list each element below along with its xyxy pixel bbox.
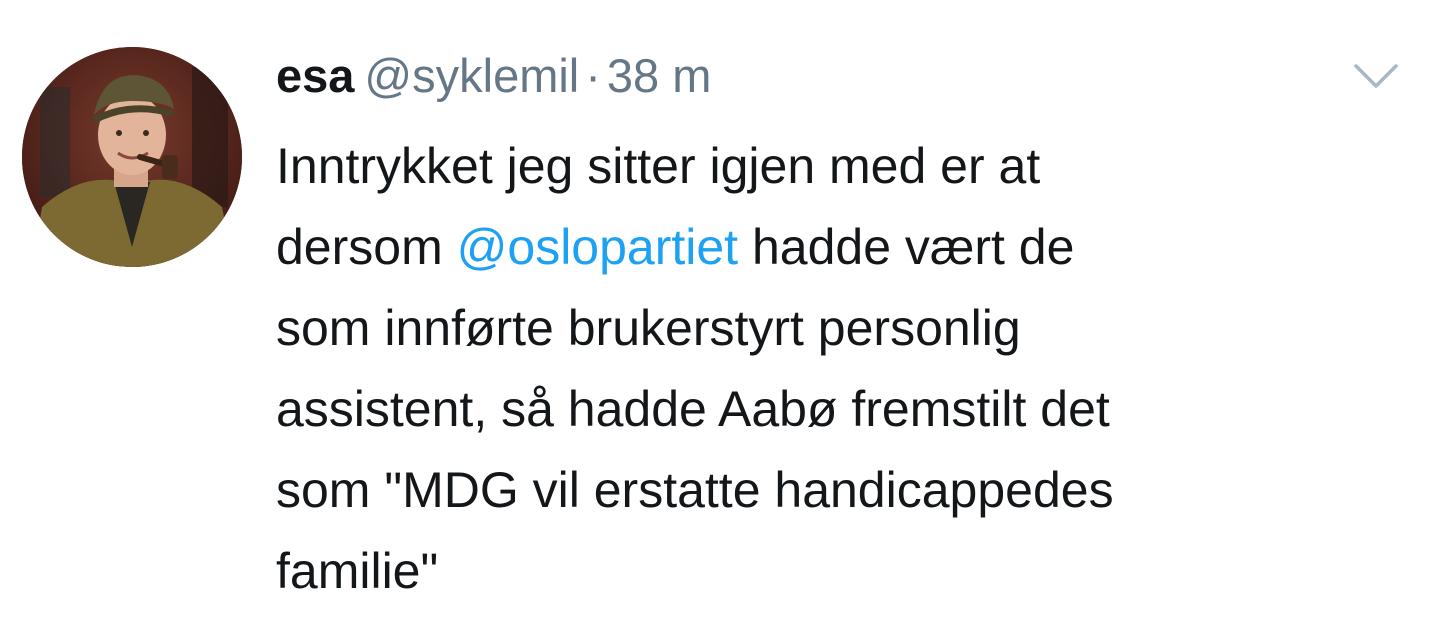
chevron-down-icon <box>1354 64 1398 88</box>
tweet-header: esa @syklemil · 38 m <box>276 46 711 106</box>
author-handle[interactable]: @syklemil <box>364 49 579 102</box>
separator-dot: · <box>585 49 601 102</box>
avatar-image <box>22 47 242 267</box>
tweet: esa @syklemil · 38 m Inntrykket jeg sitter … <box>0 0 1438 636</box>
tweet-line: dersom @oslopartiet hadde vært de <box>276 207 1416 288</box>
tweet-text-segment: dersom <box>276 219 457 275</box>
timestamp[interactable]: 38 m <box>607 49 712 102</box>
author-display-name[interactable]: esa <box>276 49 354 102</box>
tweet-text-segment: hadde vært de <box>738 219 1075 275</box>
tweet-line: som innførte brukerstyrt personlig <box>276 300 1021 356</box>
mention-link[interactable]: @oslopartiet <box>457 219 738 275</box>
avatar[interactable] <box>22 47 242 267</box>
tweet-line: assistent, så hadde Aabø fremstilt det <box>276 381 1110 437</box>
more-options-button[interactable] <box>1352 58 1400 92</box>
tweet-line: familie" <box>276 543 439 599</box>
tweet-line: som "MDG vil erstatte handicappedes <box>276 462 1114 518</box>
tweet-text: Inntrykket jeg sitter igjen med er at de… <box>276 126 1416 612</box>
tweet-line: Inntrykket jeg sitter igjen med er at <box>276 138 1041 194</box>
